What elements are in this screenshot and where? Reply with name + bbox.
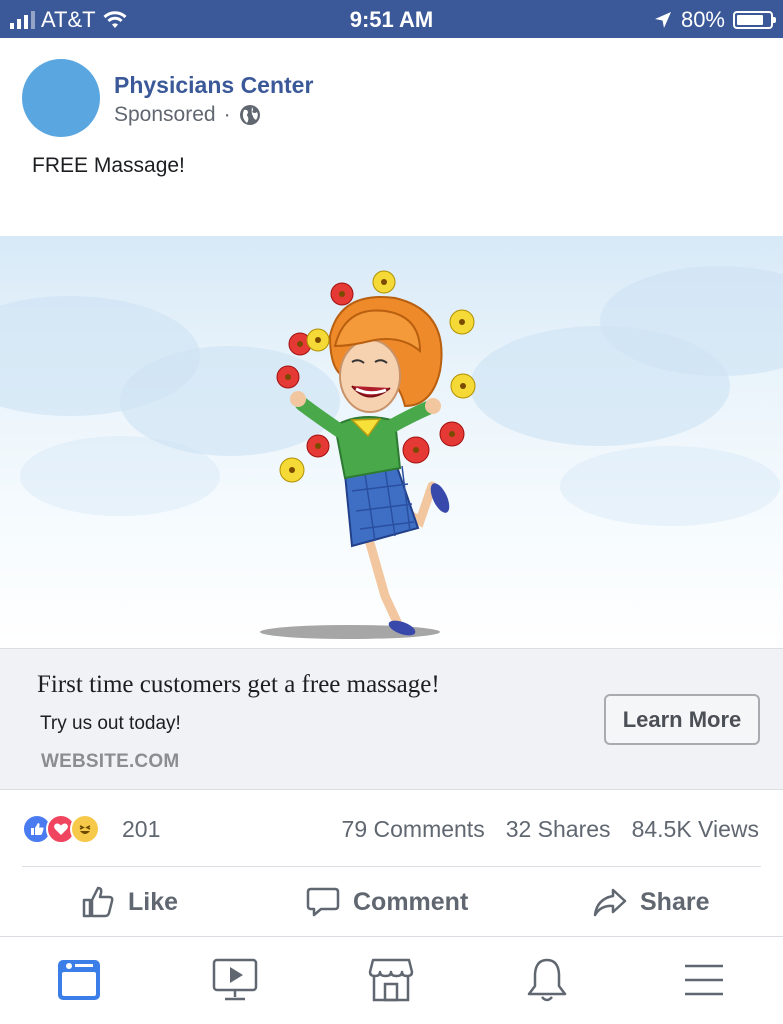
location-arrow-icon: [654, 12, 671, 28]
battery-icon: [733, 11, 776, 29]
tab-news-feed[interactable]: [54, 955, 104, 1005]
share-label: Share: [640, 887, 710, 916]
ad-image[interactable]: [0, 236, 783, 648]
tab-watch[interactable]: [210, 955, 260, 1005]
page-avatar[interactable]: [22, 59, 100, 137]
link-headline[interactable]: First time customers get a free massage!: [37, 671, 440, 699]
stats-divider: [22, 866, 761, 867]
happy-woman-illustration: [260, 270, 476, 639]
link-preview[interactable]: First time customers get a free massage!…: [0, 648, 783, 790]
learn-more-button[interactable]: Learn More: [604, 694, 760, 745]
link-description: Try us out today!: [40, 713, 181, 734]
tab-marketplace[interactable]: [366, 955, 416, 1005]
comments-count[interactable]: 79 Comments: [342, 816, 485, 843]
globe-icon: [239, 105, 260, 125]
shares-count[interactable]: 32 Shares: [506, 816, 611, 843]
reaction-count[interactable]: 201: [122, 816, 160, 843]
notifications-bell-icon: [527, 958, 567, 1002]
news-feed-icon: [58, 960, 100, 1000]
battery-percent: 80%: [680, 7, 725, 32]
battery-fill: [737, 15, 763, 25]
link-domain: WEBSITE.COM: [41, 751, 180, 772]
views-count: 84.5K Views: [631, 816, 759, 842]
meta-separator: ·: [223, 103, 231, 126]
thumbs-up-icon: [82, 886, 114, 918]
share-arrow-icon: [593, 888, 627, 917]
page-name-link[interactable]: Physicians Center: [114, 72, 313, 99]
post-meta: Sponsored ·: [114, 103, 261, 127]
tab-menu[interactable]: [679, 955, 729, 1005]
share-button[interactable]: Share: [592, 884, 709, 920]
reaction-icons[interactable]: [22, 814, 100, 844]
comment-button[interactable]: Comment: [305, 884, 468, 920]
comment-bubble-icon: [306, 887, 340, 917]
tab-notifications[interactable]: [522, 955, 572, 1005]
action-bar: Like Comment Share: [0, 870, 783, 936]
status-bar: AT&T 9:51 AM 80%: [0, 0, 783, 38]
tab-bar: [0, 937, 783, 1024]
status-right: 80%: [653, 7, 776, 33]
stats-right: 79 Comments 32 Shares 84.5K Views: [342, 816, 759, 843]
engagement-stats: 201 79 Comments 32 Shares 84.5K Views: [0, 790, 783, 868]
like-button[interactable]: Like: [80, 884, 178, 920]
post-text: FREE Massage!: [32, 154, 185, 177]
watch-icon: [212, 958, 258, 1001]
hamburger-menu-icon: [685, 964, 723, 996]
comment-label: Comment: [353, 887, 469, 916]
like-label: Like: [128, 887, 179, 916]
marketplace-icon: [368, 958, 414, 1002]
haha-reaction-icon: [70, 814, 100, 844]
sponsored-label[interactable]: Sponsored: [114, 103, 216, 127]
